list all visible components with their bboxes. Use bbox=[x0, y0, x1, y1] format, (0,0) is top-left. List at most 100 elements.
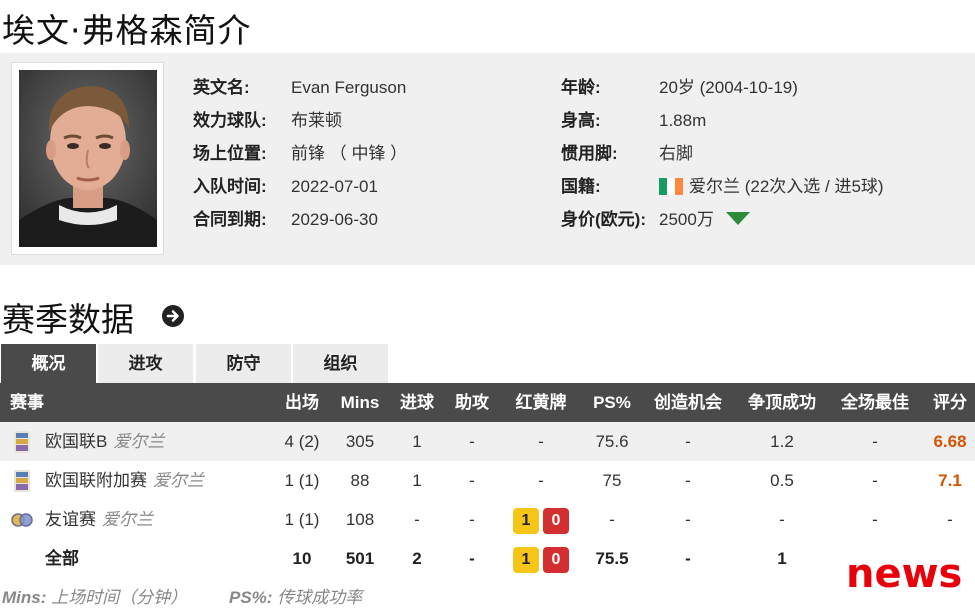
field-position: 场上位置: 前锋 （ 中锋 ） bbox=[193, 137, 407, 170]
field-age: 年龄: 20岁 (2004-10-19) bbox=[561, 71, 798, 104]
mins-cell: 305 bbox=[345, 432, 375, 451]
player-profile: 英文名: Evan Ferguson 效力球队: 布莱顿 场上位置: 前锋 （ … bbox=[0, 53, 975, 265]
tab-overview[interactable]: 概况 bbox=[1, 344, 96, 383]
competition-cell: 友谊赛 爱尔兰 bbox=[45, 500, 153, 539]
field-value: 前锋 （ 中锋 ） bbox=[291, 144, 408, 163]
column-header[interactable]: 全场最佳 bbox=[835, 383, 915, 422]
footnote-ps: PS%: 传球成功率 bbox=[229, 583, 362, 608]
field-contract-end: 合同到期: 2029-06-30 bbox=[193, 203, 378, 236]
table-row: 欧国联附加赛 爱尔兰 1 (1) 88 1 - - 75 - 0.5 - 7.1 bbox=[0, 461, 975, 500]
column-header[interactable]: 争顶成功 bbox=[742, 383, 822, 422]
column-header[interactable]: 评分 bbox=[928, 383, 972, 422]
tab-defense[interactable]: 防守 bbox=[196, 344, 291, 383]
column-header[interactable]: 赛事 bbox=[10, 383, 44, 422]
field-label: 合同到期: bbox=[193, 210, 267, 229]
ps-cell: - bbox=[609, 510, 615, 529]
chances-cell: - bbox=[685, 432, 691, 451]
field-join-date: 入队时间: 2022-07-01 bbox=[193, 170, 378, 203]
field-value: 右脚 bbox=[659, 144, 693, 163]
motm-cell: - bbox=[872, 432, 878, 451]
field-label: 入队时间: bbox=[193, 177, 267, 196]
chances-cell: - bbox=[685, 549, 691, 568]
nationality-link[interactable]: 爱尔兰 (22次入选 / 进5球) bbox=[689, 177, 884, 196]
chances-cell: - bbox=[685, 471, 691, 490]
goals-cell: - bbox=[414, 510, 420, 529]
field-label: 身价(欧元): bbox=[561, 210, 646, 229]
field-english-name: 英文名: Evan Ferguson bbox=[193, 71, 406, 104]
tab-attack[interactable]: 进攻 bbox=[98, 344, 193, 383]
competition-cell: 欧国联B 爱尔兰 bbox=[45, 422, 164, 461]
rating-cell: 7.1 bbox=[938, 471, 962, 490]
table-header: 赛事 出场 Mins 进球 助攻 红黄牌 PS% 创造机会 争顶成功 全场最佳 … bbox=[0, 383, 975, 422]
team-link[interactable]: 布莱顿 bbox=[291, 104, 342, 137]
column-header[interactable]: 助攻 bbox=[450, 383, 494, 422]
field-label: 效力球队: bbox=[193, 111, 267, 130]
red-card-count: 0 bbox=[543, 546, 569, 573]
table-row: 友谊赛 爱尔兰 1 (1) 108 - - 10 - - - - - bbox=[0, 500, 975, 539]
goals-cell: 1 bbox=[412, 432, 422, 451]
cards-cell: - bbox=[538, 471, 544, 490]
field-label: 国籍: bbox=[561, 177, 601, 196]
field-value-with-trend: 2500万 bbox=[659, 203, 750, 236]
aerials-cell: - bbox=[779, 510, 785, 529]
apps-cell: 1 (1) bbox=[284, 471, 320, 490]
friendly-icon bbox=[11, 513, 33, 527]
field-team: 效力球队: 布莱顿 bbox=[193, 104, 342, 137]
nations-league-icon bbox=[14, 470, 30, 492]
assists-cell: - bbox=[469, 432, 475, 451]
cards-cell: 10 bbox=[508, 539, 574, 578]
cards-cell: - bbox=[538, 432, 544, 451]
total-label: 全部 bbox=[45, 549, 79, 568]
apps-cell: 4 (2) bbox=[284, 432, 320, 451]
footnote-text: 上场时间（分钟） bbox=[51, 588, 188, 607]
mins-cell: 88 bbox=[350, 471, 370, 490]
arrow-right-circle-icon[interactable] bbox=[162, 305, 184, 327]
aerials-cell: 1.2 bbox=[770, 432, 794, 451]
ps-cell: 75.6 bbox=[595, 432, 629, 451]
competition-link[interactable]: 欧国联附加赛 bbox=[45, 471, 147, 490]
column-header[interactable]: 红黄牌 bbox=[508, 383, 574, 422]
column-header[interactable]: 出场 bbox=[280, 383, 324, 422]
red-card-count: 0 bbox=[543, 507, 569, 534]
season-stats-table: 赛事 出场 Mins 进球 助攻 红黄牌 PS% 创造机会 争顶成功 全场最佳 … bbox=[0, 383, 975, 578]
column-header[interactable]: Mins bbox=[336, 383, 384, 422]
motm-cell: - bbox=[872, 510, 878, 529]
table-row: 欧国联B 爱尔兰 4 (2) 305 1 - - 75.6 - 1.2 - 6.6… bbox=[0, 422, 975, 461]
field-value-with-flag: 爱尔兰 (22次入选 / 进5球) bbox=[659, 170, 884, 203]
field-label: 场上位置: bbox=[193, 144, 267, 163]
news-watermark: news bbox=[842, 548, 975, 600]
page-title: 埃文·弗格森简介 bbox=[2, 11, 252, 50]
assists-cell: - bbox=[469, 549, 475, 568]
team-name: 爱尔兰 bbox=[153, 471, 204, 490]
apps-cell: 1 (1) bbox=[284, 510, 320, 529]
column-header[interactable]: 进球 bbox=[395, 383, 439, 422]
down-arrow-icon bbox=[725, 212, 750, 225]
market-value: 2500万 bbox=[659, 210, 714, 229]
footnote-key: PS%: bbox=[229, 588, 273, 607]
goals-cell: 1 bbox=[412, 471, 422, 490]
field-label: 身高: bbox=[561, 111, 601, 130]
competition-cell: 欧国联附加赛 爱尔兰 bbox=[45, 461, 204, 500]
footnote-text: 传球成功率 bbox=[277, 588, 363, 607]
ireland-flag-icon bbox=[659, 173, 683, 195]
field-value: 2022-07-01 bbox=[291, 177, 378, 196]
cards-cell: 10 bbox=[508, 500, 574, 539]
section-title: 赛季数据 bbox=[2, 300, 134, 339]
ps-cell: 75.5 bbox=[595, 549, 629, 568]
field-preferred-foot: 惯用脚: 右脚 bbox=[561, 137, 693, 170]
table-total-row: 全部 10 501 2 - 10 75.5 - 1 bbox=[0, 539, 975, 578]
yellow-card-count: 1 bbox=[513, 507, 539, 534]
player-photo-frame bbox=[11, 62, 164, 255]
chances-cell: - bbox=[685, 510, 691, 529]
field-value: 2029-06-30 bbox=[291, 210, 378, 229]
column-header[interactable]: PS% bbox=[588, 383, 636, 422]
rating-cell: - bbox=[947, 510, 953, 529]
ps-cell: 75 bbox=[602, 471, 622, 490]
rating-cell: 6.68 bbox=[933, 432, 967, 451]
tab-organization[interactable]: 组织 bbox=[293, 344, 388, 383]
competition-link[interactable]: 友谊赛 bbox=[45, 510, 96, 529]
column-header[interactable]: 创造机会 bbox=[648, 383, 728, 422]
competition-link[interactable]: 欧国联B bbox=[45, 432, 107, 451]
field-value: Evan Ferguson bbox=[291, 78, 407, 97]
motm-cell: - bbox=[872, 471, 878, 490]
